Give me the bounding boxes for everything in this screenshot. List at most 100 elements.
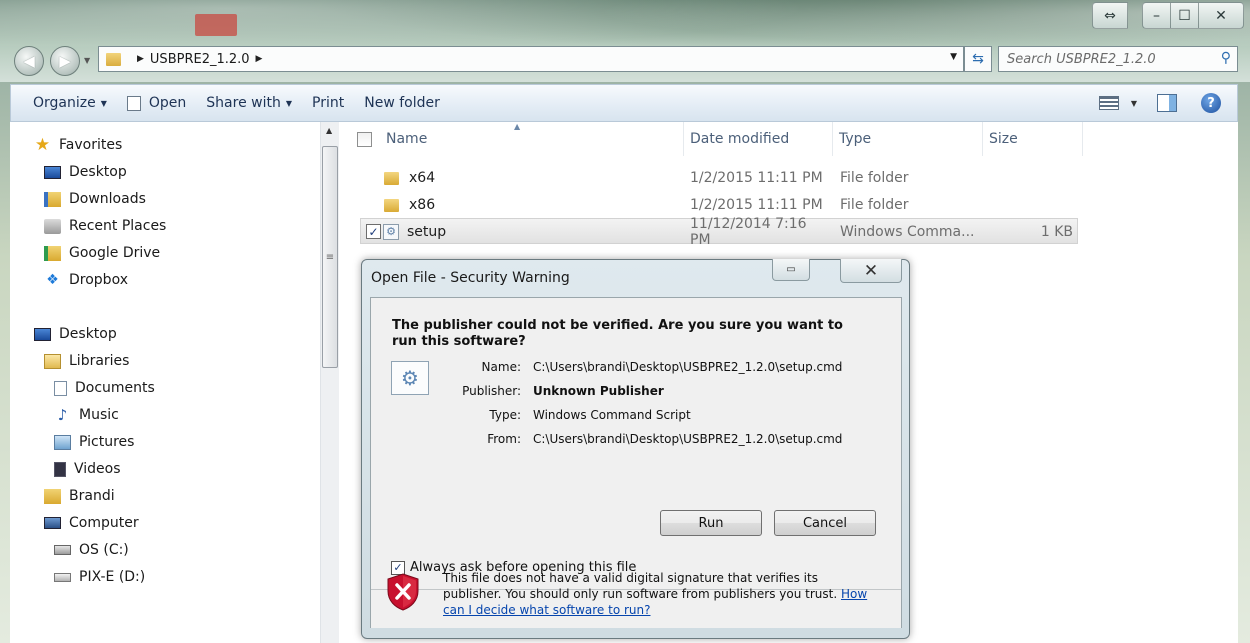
star-icon: ★ (34, 135, 51, 155)
open-label: Open (148, 95, 187, 111)
script-file-icon: ⚙ (383, 224, 399, 240)
run-button[interactable]: Run (660, 510, 762, 536)
publisher-value: Unknown Publisher (533, 384, 664, 398)
breadcrumb-separator-trailing[interactable]: ▶ (256, 54, 263, 64)
table-row[interactable]: x64 1/2/2015 11:11 PM File folder (360, 165, 1078, 191)
row-checkbox[interactable]: ✓ (366, 224, 381, 239)
new-folder-button[interactable]: New folder (354, 85, 450, 121)
organize-button[interactable]: Organize ▼ (23, 85, 117, 121)
dialog-context-button[interactable]: ▭ (772, 259, 810, 281)
pictures-icon (54, 434, 71, 450)
column-header-date[interactable]: Date modified (684, 122, 833, 156)
organize-label: Organize (33, 95, 96, 111)
resize-button[interactable]: ⇔ (1092, 2, 1128, 29)
removable-drive-icon (54, 572, 71, 582)
table-row[interactable]: x86 1/2/2015 11:11 PM File folder (360, 192, 1078, 218)
address-bar[interactable]: ▶ USBPRE2_1.2.0 ▶ ▼ (98, 46, 964, 72)
maximize-button[interactable]: ☐ (1170, 2, 1198, 29)
column-header-name[interactable]: Name (380, 122, 684, 156)
desktop-icon (44, 165, 61, 179)
column-header-size[interactable]: Size (983, 122, 1083, 156)
refresh-icon: ⇆ (972, 51, 984, 67)
file-type: File folder (840, 197, 909, 213)
sidebar-item-music[interactable]: ♪ Music (54, 404, 119, 426)
recent-pages-dropdown[interactable]: ▼ (84, 56, 90, 65)
open-icon (126, 95, 141, 111)
sidebar-item-label: Google Drive (69, 245, 161, 261)
downloads-icon (44, 191, 61, 207)
documents-icon (54, 380, 67, 396)
sidebar-item-pictures[interactable]: Pictures (54, 431, 134, 453)
sidebar-item-videos[interactable]: Videos (54, 458, 121, 480)
folder-icon (384, 198, 399, 212)
desktop-icon (34, 327, 51, 341)
change-view-icon[interactable] (1098, 96, 1119, 110)
address-dropdown-icon[interactable]: ▼ (950, 52, 957, 62)
sidebar-item-os-drive[interactable]: OS (C:) (54, 539, 129, 561)
sidebar-item-label: Computer (69, 515, 139, 531)
dialog-heading: The publisher could not be verified. Are… (392, 318, 843, 349)
forward-arrow-icon: ▶ (59, 52, 71, 70)
dialog-close-button[interactable]: ✕ (840, 259, 902, 283)
back-arrow-icon: ◀ (23, 52, 35, 70)
sidebar-item-brandi[interactable]: Brandi (44, 485, 115, 507)
sidebar-item-libraries[interactable]: Libraries (44, 350, 129, 372)
close-button[interactable]: ✕ (1198, 2, 1244, 29)
sidebar-item-desktop-root[interactable]: Desktop (34, 323, 117, 345)
column-header-label: Name (386, 131, 428, 147)
select-all-checkbox[interactable] (357, 132, 372, 147)
scroll-up-icon[interactable]: ▲ (326, 126, 332, 135)
sidebar-item-label: Videos (74, 461, 121, 477)
sidebar-item-pix-e-drive[interactable]: PIX-E (D:) (54, 566, 145, 588)
sidebar-item-label: Recent Places (69, 218, 167, 234)
table-row-selected[interactable]: ✓ ⚙ setup 11/12/2014 7:16 PM Windows Com… (360, 216, 1078, 248)
file-size: 1 KB (1040, 224, 1073, 240)
folder-icon (106, 52, 121, 66)
file-name-cell: x64 (384, 165, 664, 191)
file-date: 1/2/2015 11:11 PM (690, 170, 823, 186)
file-date: 1/2/2015 11:11 PM (690, 197, 823, 213)
open-button[interactable]: Open (117, 85, 196, 121)
print-button[interactable]: Print (302, 85, 354, 121)
recent-places-icon (44, 218, 61, 234)
column-header-type[interactable]: Type (833, 122, 983, 156)
breadcrumb-separator[interactable]: ▶ (137, 54, 144, 64)
help-icon[interactable]: ? (1201, 93, 1221, 113)
forward-button[interactable]: ▶ (50, 46, 80, 76)
column-header-label: Type (839, 131, 872, 147)
chevron-down-icon: ▼ (285, 98, 293, 108)
sidebar-scrollbar[interactable]: ▲ ≡ (320, 122, 339, 643)
security-shield-icon (387, 573, 419, 611)
sidebar-item-documents[interactable]: Documents (54, 377, 155, 399)
minimize-button[interactable]: – (1142, 2, 1170, 29)
background-wallpaper-detail (195, 14, 237, 36)
sidebar-item-favorites[interactable]: ★ Favorites (34, 134, 122, 156)
share-with-button[interactable]: Share with ▼ (196, 85, 302, 121)
file-name: x64 (409, 170, 436, 186)
file-name: x86 (409, 197, 436, 213)
command-toolbar: Organize ▼ Open Share with ▼ Print New f… (10, 84, 1238, 122)
breadcrumb-item[interactable]: USBPRE2_1.2.0 (150, 52, 250, 67)
sidebar-item-desktop[interactable]: Desktop (44, 161, 127, 183)
refresh-button[interactable]: ⇆ (964, 46, 992, 72)
cancel-button[interactable]: Cancel (774, 510, 876, 536)
scrollbar-thumb[interactable]: ≡ (322, 146, 338, 368)
music-icon: ♪ (57, 406, 68, 424)
back-button[interactable]: ◀ (14, 46, 44, 76)
sidebar-item-google-drive[interactable]: Google Drive (44, 242, 160, 264)
file-name-cell: ⚙ setup (383, 219, 663, 245)
column-headers: Name ▲ Date modified Type Size (340, 122, 1238, 156)
preview-pane-icon[interactable] (1157, 94, 1177, 112)
dropbox-icon: ❖ (46, 272, 59, 288)
sidebar-item-downloads[interactable]: Downloads (44, 188, 146, 210)
sidebar-item-label: Music (79, 407, 119, 423)
sort-ascending-icon: ▲ (514, 122, 521, 131)
libraries-icon (44, 353, 61, 369)
search-icon[interactable]: ⚲ (1221, 50, 1231, 66)
sidebar-item-label: Favorites (59, 137, 123, 153)
view-options-dropdown[interactable]: ▼ (1131, 99, 1137, 108)
sidebar-item-computer[interactable]: Computer (44, 512, 139, 534)
search-input[interactable]: Search USBPRE2_1.2.0 ⚲ (998, 46, 1238, 72)
sidebar-item-recent-places[interactable]: Recent Places (44, 215, 166, 237)
sidebar-item-dropbox[interactable]: ❖ Dropbox (44, 269, 128, 291)
